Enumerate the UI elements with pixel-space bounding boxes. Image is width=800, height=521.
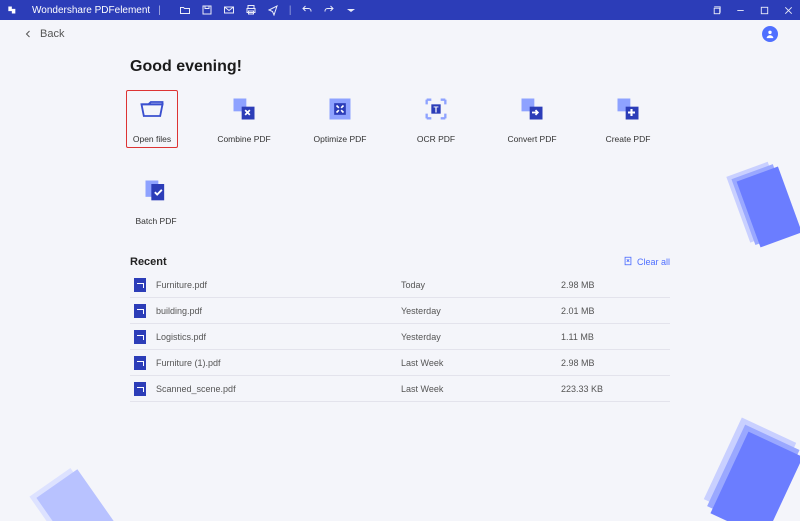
- combine-icon: [229, 95, 259, 128]
- recent-header: Recent Clear all: [130, 256, 670, 268]
- pdf-file-icon: [134, 356, 146, 370]
- action-label: Open files: [133, 134, 171, 144]
- decoration-icon: [20, 461, 120, 521]
- pdf-file-icon: [134, 278, 146, 292]
- file-name: Furniture (1).pdf: [156, 358, 401, 368]
- clear-all-button[interactable]: Clear all: [623, 256, 670, 268]
- file-name: Scanned_scene.pdf: [156, 384, 401, 394]
- action-convert-pdf[interactable]: Convert PDF: [506, 94, 558, 144]
- table-row[interactable]: building.pdf Yesterday 2.01 MB: [130, 298, 670, 324]
- action-label: Batch PDF: [135, 216, 176, 226]
- decoration-icon: [690, 411, 800, 521]
- pdf-file-icon: [134, 330, 146, 344]
- file-name: Furniture.pdf: [156, 280, 401, 290]
- clear-all-label: Clear all: [637, 257, 670, 267]
- file-size: 223.33 KB: [561, 384, 670, 394]
- action-open-files[interactable]: Open files: [126, 90, 178, 148]
- print-icon[interactable]: [245, 4, 257, 16]
- file-date: Today: [401, 280, 561, 290]
- app-title: Wondershare PDFelement: [32, 5, 150, 16]
- batch-icon: [141, 177, 171, 210]
- file-name: Logistics.pdf: [156, 332, 401, 342]
- back-arrow-icon[interactable]: [22, 28, 34, 40]
- close-icon[interactable]: [782, 4, 794, 16]
- user-avatar-icon[interactable]: [762, 26, 778, 42]
- ocr-icon: T: [421, 95, 451, 128]
- file-date: Last Week: [401, 358, 561, 368]
- greeting-title: Good evening!: [130, 58, 670, 76]
- action-label: OCR PDF: [417, 134, 455, 144]
- action-label: Optimize PDF: [314, 134, 367, 144]
- titlebar: Wondershare PDFelement | |: [0, 0, 800, 20]
- file-size: 2.01 MB: [561, 306, 670, 316]
- back-label[interactable]: Back: [40, 28, 64, 40]
- app-logo-icon: [6, 3, 20, 17]
- svg-text:T: T: [434, 105, 439, 114]
- action-label: Combine PDF: [217, 134, 270, 144]
- optimize-icon: [325, 95, 355, 128]
- convert-icon: [517, 95, 547, 128]
- more-icon[interactable]: [345, 4, 357, 16]
- folder-open-icon: [135, 95, 169, 128]
- create-icon: [613, 95, 643, 128]
- table-row[interactable]: Furniture (1).pdf Last Week 2.98 MB: [130, 350, 670, 376]
- redo-icon[interactable]: [323, 4, 335, 16]
- recent-title: Recent: [130, 256, 167, 268]
- action-optimize-pdf[interactable]: Optimize PDF: [314, 94, 366, 144]
- share-icon[interactable]: [267, 4, 279, 16]
- back-bar: Back: [0, 20, 800, 48]
- table-row[interactable]: Scanned_scene.pdf Last Week 223.33 KB: [130, 376, 670, 402]
- file-size: 1.11 MB: [561, 332, 670, 342]
- action-label: Convert PDF: [507, 134, 556, 144]
- action-create-pdf[interactable]: Create PDF: [602, 94, 654, 144]
- file-name: building.pdf: [156, 306, 401, 316]
- action-ocr-pdf[interactable]: T OCR PDF: [410, 94, 462, 144]
- table-row[interactable]: Furniture.pdf Today 2.98 MB: [130, 272, 670, 298]
- clear-icon: [623, 256, 633, 268]
- file-size: 2.98 MB: [561, 358, 670, 368]
- mail-icon[interactable]: [223, 4, 235, 16]
- minimize-icon[interactable]: [734, 4, 746, 16]
- action-label: Create PDF: [606, 134, 651, 144]
- action-batch-pdf[interactable]: Batch PDF: [130, 176, 182, 226]
- action-combine-pdf[interactable]: Combine PDF: [218, 94, 270, 144]
- save-icon[interactable]: [201, 4, 213, 16]
- pdf-file-icon: [134, 304, 146, 318]
- file-date: Yesterday: [401, 306, 561, 316]
- file-date: Last Week: [401, 384, 561, 394]
- window-restore-icon[interactable]: [710, 4, 722, 16]
- open-folder-icon[interactable]: [179, 4, 191, 16]
- maximize-icon[interactable]: [758, 4, 770, 16]
- table-row[interactable]: Logistics.pdf Yesterday 1.11 MB: [130, 324, 670, 350]
- pdf-file-icon: [134, 382, 146, 396]
- undo-icon[interactable]: [301, 4, 313, 16]
- recent-list: Furniture.pdf Today 2.98 MB building.pdf…: [130, 272, 670, 402]
- file-date: Yesterday: [401, 332, 561, 342]
- quick-actions: Open files Combine PDF Optimize PDF T OC…: [130, 94, 670, 226]
- file-size: 2.98 MB: [561, 280, 670, 290]
